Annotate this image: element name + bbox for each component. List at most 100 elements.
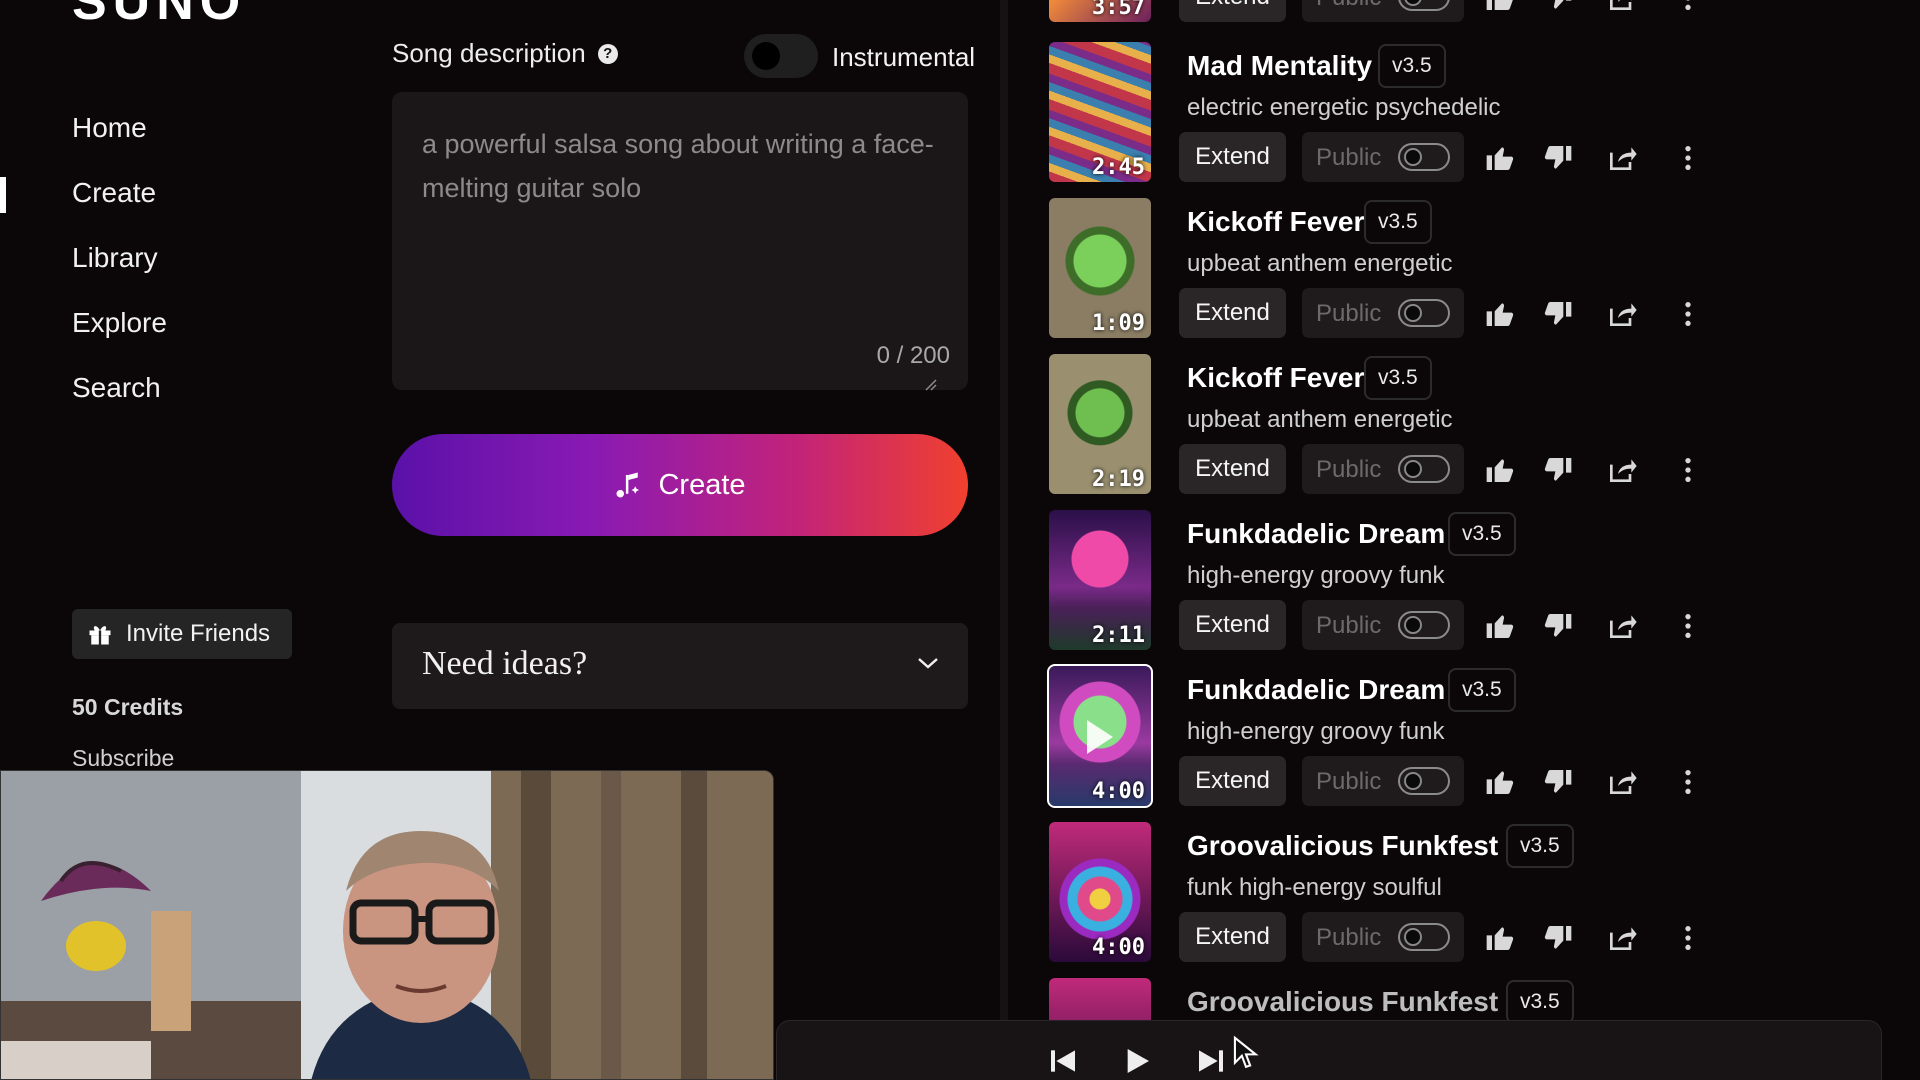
next-icon[interactable] xyxy=(1195,1045,1227,1077)
share-icon[interactable] xyxy=(1606,610,1638,642)
version-badge: v3.5 xyxy=(1506,824,1574,868)
song-duration: 2:45 xyxy=(1092,155,1145,180)
song-cover[interactable]: 4:00 xyxy=(1049,822,1151,962)
public-toggle[interactable]: Public xyxy=(1302,600,1464,650)
share-icon[interactable] xyxy=(1606,0,1638,14)
thumbs-down-icon[interactable] xyxy=(1542,766,1574,798)
help-icon[interactable]: ? xyxy=(597,43,618,64)
thumbs-up-icon[interactable] xyxy=(1484,454,1516,486)
song-title[interactable]: Funkdadelic Dream xyxy=(1187,518,1445,550)
share-icon[interactable] xyxy=(1606,298,1638,330)
nav-library[interactable]: Library xyxy=(72,234,167,299)
thumbs-down-icon[interactable] xyxy=(1542,454,1574,486)
song-title[interactable]: Mad Mentality xyxy=(1187,50,1372,82)
song-tags: upbeat anthem energetic xyxy=(1187,406,1453,433)
song-list: 3:57 Extend Public 2:45 Mad Mentality v3… xyxy=(1040,0,1740,1020)
extend-button[interactable]: Extend xyxy=(1179,0,1286,22)
extend-button[interactable]: Extend xyxy=(1179,132,1286,182)
resize-grip-icon[interactable] xyxy=(924,378,938,392)
public-switch xyxy=(1398,455,1450,483)
need-ideas-dropdown[interactable]: Need ideas? xyxy=(392,623,968,709)
public-switch xyxy=(1398,0,1450,11)
public-toggle[interactable]: Public xyxy=(1302,132,1464,182)
thumbs-down-icon[interactable] xyxy=(1542,610,1574,642)
thumbs-up-icon[interactable] xyxy=(1484,610,1516,642)
public-toggle[interactable]: Public xyxy=(1302,444,1464,494)
version-badge: v3.5 xyxy=(1378,44,1446,88)
public-label: Public xyxy=(1316,300,1382,327)
song-cover[interactable] xyxy=(1049,978,1151,1020)
more-icon[interactable] xyxy=(1672,610,1704,642)
nav-create[interactable]: Create xyxy=(72,169,167,234)
song-title[interactable]: Groovalicious Funkfest xyxy=(1187,986,1498,1018)
extend-button[interactable]: Extend xyxy=(1179,912,1286,962)
extend-button[interactable]: Extend xyxy=(1179,444,1286,494)
invite-friends-button[interactable]: Invite Friends xyxy=(72,609,292,659)
toggle-knob xyxy=(752,42,780,70)
song-title[interactable]: Kickoff Fever xyxy=(1187,206,1364,238)
thumbs-up-icon[interactable] xyxy=(1484,766,1516,798)
share-icon[interactable] xyxy=(1606,766,1638,798)
gift-icon xyxy=(89,626,111,645)
extend-button[interactable]: Extend xyxy=(1179,288,1286,338)
subscribe-link[interactable]: Subscribe xyxy=(72,745,174,772)
more-icon[interactable] xyxy=(1672,298,1704,330)
public-toggle[interactable]: Public xyxy=(1302,0,1464,22)
song-title[interactable]: Groovalicious Funkfest xyxy=(1187,830,1498,862)
invite-friends-label: Invite Friends xyxy=(126,620,271,647)
share-icon[interactable] xyxy=(1606,922,1638,954)
instrumental-toggle[interactable] xyxy=(744,34,818,78)
music-note-icon xyxy=(616,472,640,498)
create-button[interactable]: Create xyxy=(392,434,968,536)
extend-button[interactable]: Extend xyxy=(1179,600,1286,650)
more-icon[interactable] xyxy=(1672,0,1704,14)
more-icon[interactable] xyxy=(1672,454,1704,486)
song-description-label: Song description ? xyxy=(392,38,618,69)
song-cover[interactable]: 2:19 xyxy=(1049,354,1151,494)
song-title[interactable]: Kickoff Fever xyxy=(1187,362,1364,394)
nav-explore[interactable]: Explore xyxy=(72,299,167,364)
suno-logo[interactable]: SUNO xyxy=(72,0,246,32)
public-switch xyxy=(1398,611,1450,639)
song-description-box: 0 / 200 xyxy=(392,92,968,392)
share-icon[interactable] xyxy=(1606,142,1638,174)
song-title[interactable]: Funkdadelic Dream xyxy=(1187,674,1445,706)
song-cover[interactable]: 3:57 xyxy=(1049,0,1151,22)
more-icon[interactable] xyxy=(1672,142,1704,174)
more-icon[interactable] xyxy=(1672,766,1704,798)
thumbs-up-icon[interactable] xyxy=(1484,142,1516,174)
song-description-input[interactable] xyxy=(392,92,968,322)
thumbs-up-icon[interactable] xyxy=(1484,298,1516,330)
song-tags: electric energetic psychedelic xyxy=(1187,94,1501,121)
song-cover[interactable]: 4:00 xyxy=(1047,664,1153,808)
public-toggle[interactable]: Public xyxy=(1302,912,1464,962)
song-cover[interactable]: 2:45 xyxy=(1049,42,1151,182)
public-toggle[interactable]: Public xyxy=(1302,756,1464,806)
thumbs-down-icon[interactable] xyxy=(1542,142,1574,174)
share-icon[interactable] xyxy=(1606,454,1638,486)
extend-button[interactable]: Extend xyxy=(1179,756,1286,806)
credits-count: 50 Credits xyxy=(72,694,184,720)
version-badge: v3.5 xyxy=(1448,668,1516,712)
thumbs-down-icon[interactable] xyxy=(1542,0,1574,14)
public-label: Public xyxy=(1316,0,1381,12)
thumbs-up-icon[interactable] xyxy=(1484,0,1516,14)
song-cover[interactable]: 2:11 xyxy=(1049,510,1151,650)
public-toggle[interactable]: Public xyxy=(1302,288,1464,338)
song-cover[interactable]: 1:09 xyxy=(1049,198,1151,338)
thumbs-down-icon[interactable] xyxy=(1542,298,1574,330)
song-description-text: Song description xyxy=(392,38,586,68)
play-icon[interactable] xyxy=(1121,1045,1153,1077)
thumbs-up-icon[interactable] xyxy=(1484,922,1516,954)
play-icon[interactable] xyxy=(1087,720,1113,754)
public-switch xyxy=(1398,143,1450,171)
song-row: Groovalicious Funkfest v3.5 xyxy=(1040,978,1740,1020)
thumbs-down-icon[interactable] xyxy=(1542,922,1574,954)
public-label: Public xyxy=(1316,924,1382,951)
nav-home[interactable]: Home xyxy=(72,104,167,169)
nav-search[interactable]: Search xyxy=(72,364,167,429)
previous-icon[interactable] xyxy=(1047,1045,1079,1077)
more-icon[interactable] xyxy=(1672,922,1704,954)
song-duration: 4:00 xyxy=(1092,779,1145,804)
player-bar xyxy=(776,1020,1882,1080)
